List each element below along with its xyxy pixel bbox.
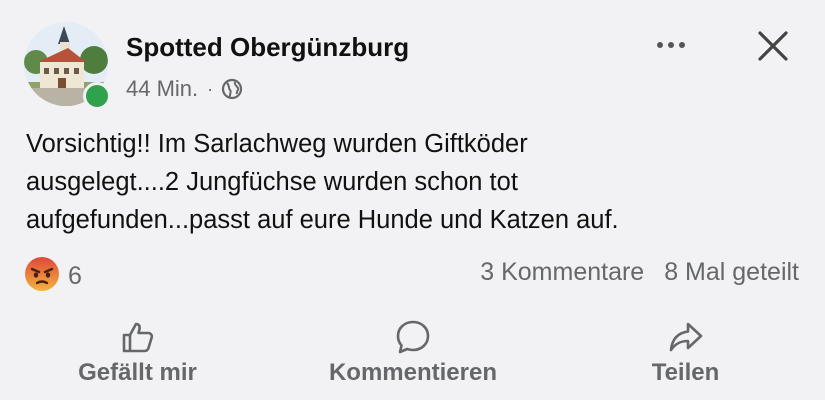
comment-label: Kommentieren xyxy=(328,359,498,386)
share-arrow-icon xyxy=(669,322,702,352)
thumbs-up-icon xyxy=(122,322,153,353)
meta-separator: · xyxy=(207,78,214,99)
comment-bubble-icon xyxy=(396,320,430,354)
comment-button[interactable]: Kommentieren xyxy=(308,318,518,393)
post-text-line: aufgefunden...passt auf eure Hunde und K… xyxy=(26,206,619,234)
online-status-icon xyxy=(83,82,111,110)
like-button[interactable]: Gefällt mir xyxy=(60,318,215,393)
globe-icon[interactable] xyxy=(221,78,243,100)
post-text-line: Vorsichtig!! Im Sarlachweg wurden Giftkö… xyxy=(26,130,528,158)
angry-reaction-icon xyxy=(24,256,60,297)
more-dot xyxy=(668,42,674,48)
more-dot xyxy=(679,42,685,48)
post-meta: 44 Min. · xyxy=(126,76,243,102)
post-text: Vorsichtig!! Im Sarlachweg wurden Giftkö… xyxy=(26,125,806,239)
engagement-counts: 3 Kommentare 8 Mal geteilt xyxy=(480,258,799,287)
share-count-link[interactable]: 8 Mal geteilt xyxy=(664,258,799,287)
reactions-summary[interactable]: 6 xyxy=(24,256,82,297)
like-label: Gefällt mir xyxy=(78,359,197,386)
share-label: Teilen xyxy=(651,359,720,386)
close-icon[interactable] xyxy=(753,26,793,66)
action-bar: Gefällt mir Kommentieren Teilen xyxy=(0,318,825,398)
post-header: Spotted Obergünzburg 44 Min. · xyxy=(22,22,803,112)
reaction-count: 6 xyxy=(68,262,82,290)
timestamp[interactable]: 44 Min. xyxy=(126,76,198,102)
more-options-icon[interactable] xyxy=(649,34,693,56)
comment-count-link[interactable]: 3 Kommentare xyxy=(480,258,644,287)
share-button[interactable]: Teilen xyxy=(628,318,743,393)
post-text-line: ausgelegt....2 Jungfüchse wurden schon t… xyxy=(26,168,518,196)
more-dot xyxy=(657,42,663,48)
page-name[interactable]: Spotted Obergünzburg xyxy=(126,32,409,63)
